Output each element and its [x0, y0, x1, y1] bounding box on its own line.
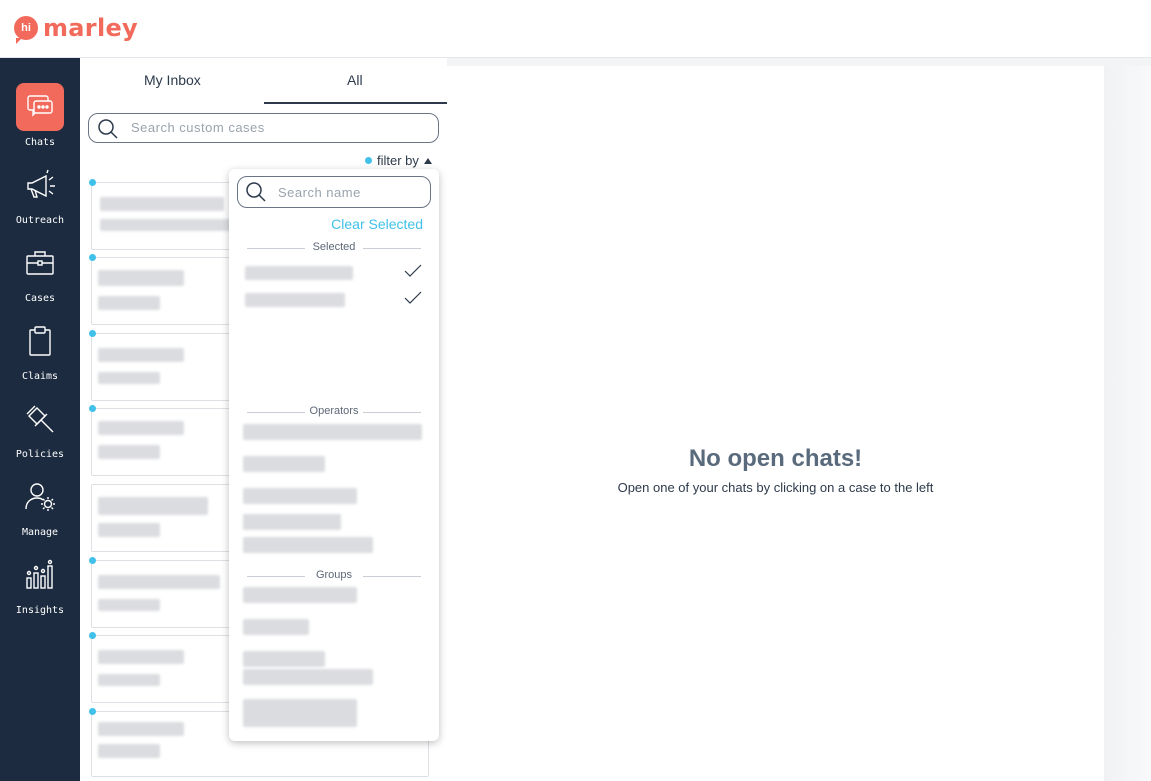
obscured-content [245, 266, 353, 280]
unread-indicator [89, 330, 96, 337]
obscured-content [98, 372, 160, 384]
tab-all[interactable]: All [347, 72, 363, 88]
sidebar: Chats Outreach Cases Claims Policies Man… [0, 58, 80, 781]
search-icon [246, 182, 266, 202]
operator-item[interactable] [243, 514, 341, 530]
operator-item[interactable] [243, 424, 422, 440]
sidebar-item-outreach[interactable]: Outreach [0, 161, 80, 231]
obscured-content [100, 219, 240, 231]
obscured-content [98, 674, 160, 686]
selected-section-header: Selected [247, 241, 421, 253]
chat-pane: No open chats! Open one of your chats by… [447, 66, 1104, 781]
obscured-content [98, 722, 184, 736]
sidebar-item-label: Policies [15, 449, 65, 460]
sidebar-item-label: Claims [21, 371, 59, 382]
sidebar-item-label: Manage [21, 527, 59, 538]
tab-my-inbox[interactable]: My Inbox [144, 72, 201, 88]
empty-state-title: No open chats! [688, 445, 863, 472]
obscured-content [98, 421, 184, 435]
sidebar-item-manage[interactable]: Manage [0, 473, 80, 543]
sidebar-item-chats[interactable]: Chats [0, 83, 80, 153]
operator-item[interactable] [243, 488, 357, 504]
inbox-tabs: My Inbox All [80, 58, 447, 105]
obscured-content [98, 599, 160, 611]
user-gear-icon [16, 473, 64, 521]
unread-indicator [89, 557, 96, 564]
obscured-content [245, 293, 345, 307]
selected-item[interactable] [243, 263, 423, 285]
sidebar-item-claims[interactable]: Claims [0, 317, 80, 387]
unread-indicator [89, 179, 96, 186]
operator-item[interactable] [243, 537, 373, 553]
filter-active-dot [365, 157, 372, 164]
clipboard-icon [16, 317, 64, 365]
case-search-input[interactable] [131, 120, 421, 135]
sidebar-item-label: Outreach [15, 215, 65, 226]
search-icon [98, 119, 118, 139]
marley-logo[interactable]: hi marley [14, 14, 138, 44]
sidebar-item-label: Chats [24, 137, 56, 148]
group-item[interactable] [243, 669, 373, 685]
operators-section-header: Operators [247, 405, 421, 417]
sidebar-item-cases[interactable]: Cases [0, 239, 80, 309]
unread-indicator [89, 405, 96, 412]
obscured-content [100, 197, 224, 211]
sidebar-item-policies[interactable]: Policies [0, 395, 80, 465]
group-item[interactable] [243, 587, 357, 603]
briefcase-icon [16, 239, 64, 287]
obscured-content [98, 296, 160, 310]
caret-up-icon [423, 157, 432, 164]
sidebar-item-label: Insights [15, 605, 65, 616]
filter-by-toggle[interactable]: filter by [365, 153, 432, 168]
unread-indicator [89, 708, 96, 715]
clear-selected-button[interactable]: Clear Selected [331, 216, 423, 232]
logo-text: marley [43, 14, 138, 42]
active-tab-indicator [264, 102, 447, 104]
gavel-icon [16, 395, 64, 443]
group-item[interactable] [243, 651, 325, 667]
operator-item[interactable] [243, 456, 325, 472]
sidebar-item-label: Cases [24, 293, 56, 304]
megaphone-icon [16, 161, 64, 209]
empty-state-subtitle: Open one of your chats by clicking on a … [617, 480, 934, 495]
filter-by-label: filter by [377, 153, 419, 168]
right-gutter [1104, 66, 1151, 781]
selected-item[interactable] [243, 290, 423, 312]
obscured-content [98, 270, 184, 286]
sidebar-item-insights[interactable]: Insights [0, 551, 80, 621]
obscured-content [98, 523, 160, 537]
checkmark-icon [404, 264, 422, 277]
obscured-content [98, 445, 160, 459]
name-search-input[interactable] [278, 185, 428, 200]
filter-dropdown: Clear Selected Selected Operators Groups [229, 169, 439, 741]
case-search-box[interactable] [88, 113, 439, 143]
group-item[interactable] [243, 619, 309, 635]
obscured-content [98, 348, 184, 362]
unread-indicator [89, 632, 96, 639]
unread-indicator [89, 254, 96, 261]
obscured-content [98, 650, 184, 664]
obscured-content [98, 744, 160, 758]
group-item[interactable] [243, 699, 357, 727]
groups-section-header: Groups [247, 569, 421, 581]
name-search-box[interactable] [237, 176, 431, 208]
obscured-content [98, 575, 220, 589]
checkmark-icon [404, 291, 422, 304]
bar-chart-icon [16, 551, 64, 599]
obscured-content [98, 497, 208, 515]
top-bar: hi marley [0, 0, 1151, 58]
logo-badge: hi [14, 16, 38, 44]
chat-bubble-icon [16, 83, 64, 131]
